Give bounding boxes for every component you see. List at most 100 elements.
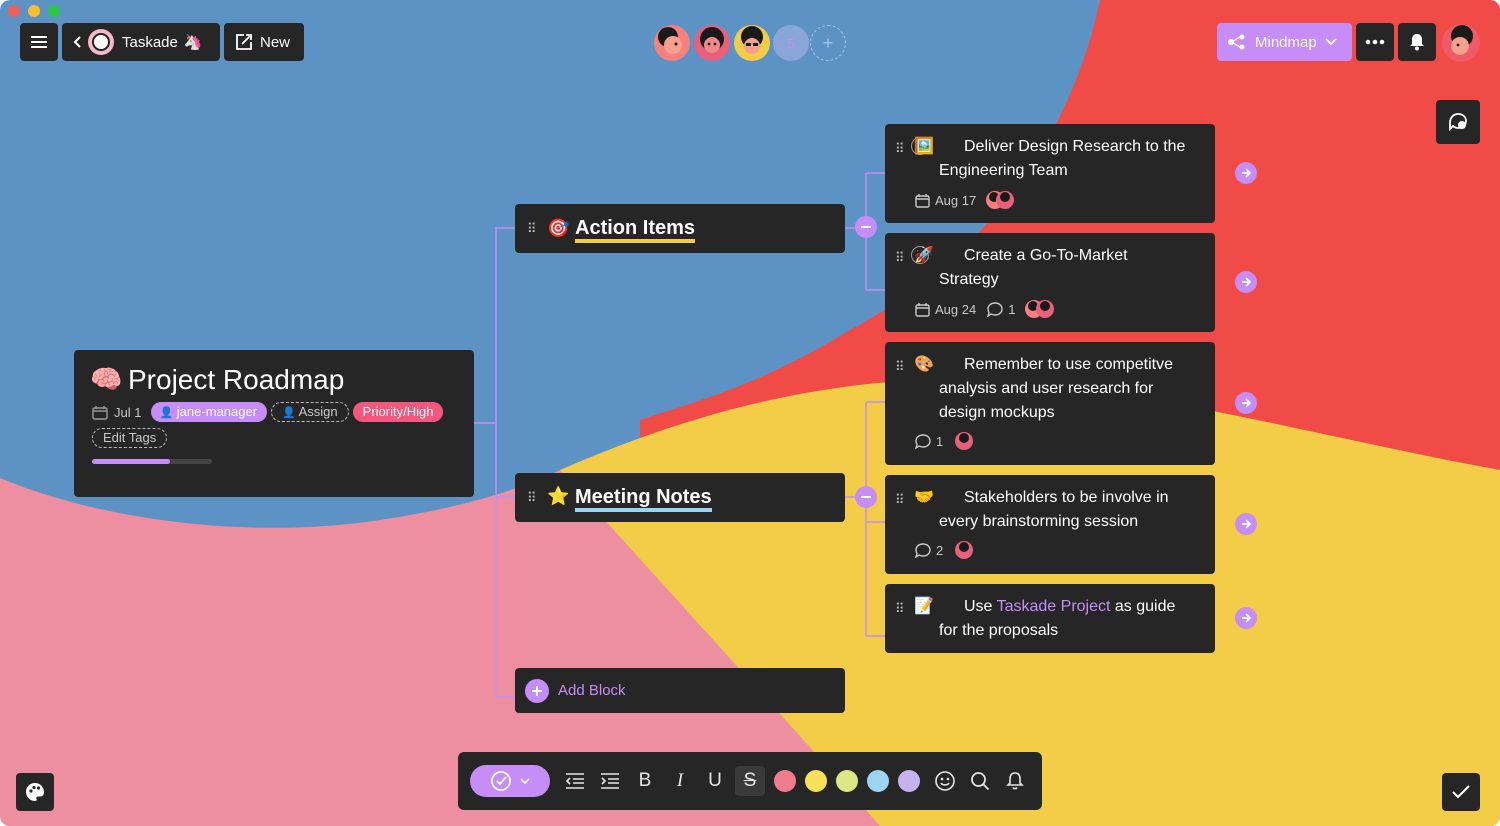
note-meta: 2 xyxy=(915,540,974,560)
color-swatch-pink[interactable] xyxy=(774,770,796,792)
note-meta: 1 xyxy=(915,431,974,451)
drag-handle-icon[interactable]: ⠿ xyxy=(895,602,904,615)
done-button[interactable] xyxy=(1442,773,1480,811)
note-text[interactable]: 📝 Use Taskade Project as guide for the pr… xyxy=(914,595,1189,643)
branch-title[interactable]: Meeting Notes xyxy=(575,486,712,512)
bold-button[interactable]: B xyxy=(632,766,658,796)
expand-task-button[interactable] xyxy=(1235,271,1257,293)
collaborator-avatar-1[interactable] xyxy=(654,25,690,61)
due-date[interactable]: Aug 24 xyxy=(935,302,976,317)
taskade-window: Taskade 🦄 New 5 + Mindmap 🧠 Project Road… xyxy=(0,0,1500,826)
more-members-count[interactable]: 5 xyxy=(773,25,809,61)
comment-icon[interactable] xyxy=(915,433,931,449)
expand-task-button[interactable] xyxy=(1235,162,1257,184)
expand-note-button[interactable] xyxy=(1235,513,1257,535)
root-node[interactable]: 🧠 Project Roadmap Jul 1 👤 jane-manager 👤… xyxy=(74,350,474,497)
expand-note-button[interactable] xyxy=(1235,392,1257,414)
comment-icon[interactable] xyxy=(987,301,1003,317)
view-switcher-button[interactable]: Mindmap xyxy=(1217,23,1352,61)
task-text[interactable]: 🚀 Create a Go-To-Market Strategy xyxy=(914,244,1189,292)
assign-button[interactable]: 👤 Assign xyxy=(271,402,349,422)
chat-button[interactable] xyxy=(1436,100,1480,144)
priority-tag[interactable]: Priority/High xyxy=(352,402,444,422)
note-text[interactable]: 🎨 Remember to use competitve analysis and… xyxy=(914,353,1189,425)
collapse-meeting-notes-button[interactable] xyxy=(855,486,877,508)
expand-note-button[interactable] xyxy=(1235,607,1257,629)
progress-fill xyxy=(92,459,170,464)
strikethrough-button[interactable]: S xyxy=(735,766,765,796)
search-icon xyxy=(971,772,990,791)
assignee-avatar[interactable] xyxy=(954,540,974,560)
task-meta: Aug 24 1 xyxy=(915,299,1056,319)
assignee-avatars[interactable] xyxy=(985,190,1015,210)
indent-button[interactable] xyxy=(597,766,623,796)
plus-icon xyxy=(525,678,549,703)
reminder-button[interactable] xyxy=(1002,766,1028,796)
more-options-button[interactable] xyxy=(1356,23,1394,61)
branch-title[interactable]: Action Items xyxy=(575,217,696,243)
comment-icon[interactable] xyxy=(915,542,931,558)
arrow-right-icon xyxy=(1242,519,1252,529)
collaborator-avatar-3[interactable] xyxy=(734,25,770,61)
task-item[interactable]: ⠿ 🚀 Create a Go-To-Market Strategy Aug 24… xyxy=(885,233,1215,332)
notifications-button[interactable] xyxy=(1398,23,1436,61)
drag-handle-icon[interactable]: ⠿ xyxy=(527,491,536,504)
unicorn-icon: 🦄 xyxy=(183,34,203,51)
color-swatch-lime[interactable] xyxy=(836,770,858,792)
new-button[interactable]: New xyxy=(224,23,304,61)
note-item[interactable]: ⠿ 📝 Use Taskade Project as guide for the … xyxy=(885,584,1215,653)
color-swatch-yellow[interactable] xyxy=(805,770,827,792)
minimize-window-button[interactable] xyxy=(28,5,40,17)
user-avatar[interactable] xyxy=(1442,24,1480,62)
root-meta: Jul 1 👤 jane-manager 👤 Assign Priority/H… xyxy=(92,402,447,422)
bell-icon xyxy=(1006,772,1024,790)
root-title[interactable]: Project Roadmap xyxy=(128,364,344,396)
drag-handle-icon[interactable]: ⠿ xyxy=(895,493,904,506)
emoji-button[interactable] xyxy=(932,766,958,796)
menu-button[interactable] xyxy=(20,23,58,61)
italic-button[interactable]: I xyxy=(667,766,693,796)
branch-meeting-notes[interactable]: ⠿ ⭐ Meeting Notes xyxy=(515,473,845,522)
collaborator-avatar-2[interactable] xyxy=(694,25,730,61)
search-button[interactable] xyxy=(967,766,993,796)
drag-handle-icon[interactable]: ⠿ xyxy=(895,360,904,373)
assignee-avatars[interactable] xyxy=(1024,299,1056,319)
note-item[interactable]: ⠿ 🤝 Stakeholders to be involve in every b… xyxy=(885,475,1215,574)
task-text[interactable]: 🖼️ Deliver Design Research to the Enginee… xyxy=(914,135,1189,183)
comment-count: 2 xyxy=(936,542,944,558)
theme-button[interactable] xyxy=(16,773,54,811)
add-block-button[interactable]: Add Block xyxy=(515,668,845,713)
edit-tags-button[interactable]: Edit Tags xyxy=(92,428,168,448)
drag-handle-icon[interactable]: ⠿ xyxy=(527,222,536,235)
mindmap-icon xyxy=(1228,34,1245,50)
note-text[interactable]: 🤝 Stakeholders to be involve in every bra… xyxy=(914,486,1189,534)
close-window-button[interactable] xyxy=(8,5,20,17)
calendar-icon xyxy=(915,302,930,317)
drag-handle-icon[interactable]: ⠿ xyxy=(895,251,904,264)
assignee-chip[interactable]: 👤 jane-manager xyxy=(151,402,268,422)
underline-button[interactable]: U xyxy=(702,766,728,796)
minus-icon xyxy=(861,226,871,228)
arrow-right-icon xyxy=(1242,277,1252,287)
add-member-button[interactable]: + xyxy=(810,25,846,61)
calendar-icon xyxy=(915,193,930,208)
root-date[interactable]: Jul 1 xyxy=(114,405,141,420)
branch-action-items[interactable]: ⠿ 🎯 Action Items xyxy=(515,204,845,253)
drag-handle-icon[interactable]: ⠿ xyxy=(895,142,904,155)
chevron-down-icon xyxy=(1325,38,1337,46)
color-swatch-blue[interactable] xyxy=(867,770,889,792)
assignee-avatar[interactable] xyxy=(954,431,974,451)
workspace-label: Taskade xyxy=(122,33,178,51)
due-date[interactable]: Aug 17 xyxy=(935,193,976,208)
project-link[interactable]: Taskade Project xyxy=(997,598,1111,615)
color-swatch-purple[interactable] xyxy=(898,770,920,792)
collapse-action-items-button[interactable] xyxy=(855,216,877,238)
block-type-button[interactable] xyxy=(470,765,550,797)
chevron-down-icon xyxy=(520,777,530,784)
maximize-window-button[interactable] xyxy=(48,5,60,17)
task-item[interactable]: ⠿ 🖼️ Deliver Design Research to the Engin… xyxy=(885,124,1215,223)
outdent-button[interactable] xyxy=(562,766,588,796)
note-item[interactable]: ⠿ 🎨 Remember to use competitve analysis a… xyxy=(885,342,1215,465)
workspace-button[interactable]: Taskade 🦄 xyxy=(62,23,220,61)
indent-icon xyxy=(601,773,619,789)
